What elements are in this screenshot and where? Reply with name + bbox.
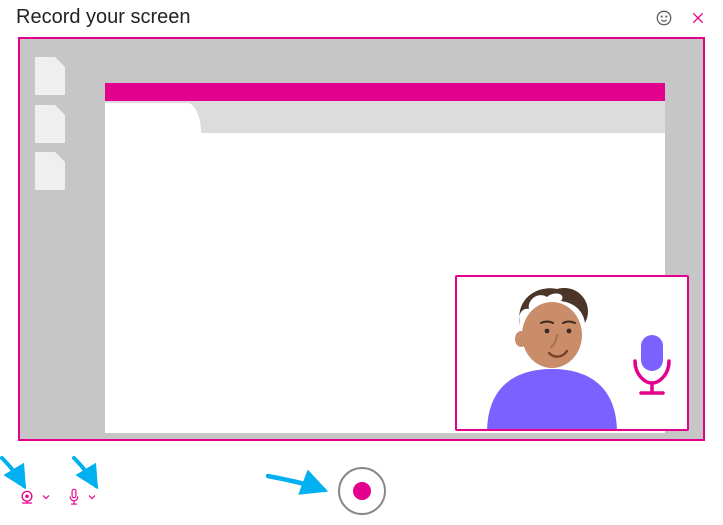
window-tab xyxy=(105,103,201,133)
mic-chevron-down-icon[interactable] xyxy=(86,487,98,507)
toolbar xyxy=(0,455,723,525)
smiley-icon[interactable] xyxy=(653,7,675,29)
file-icon xyxy=(35,57,65,95)
record-button[interactable] xyxy=(338,467,386,515)
file-icon xyxy=(35,152,65,190)
file-icon xyxy=(35,105,65,143)
window-titlebar xyxy=(105,83,665,101)
screen-preview xyxy=(18,37,705,441)
record-icon xyxy=(353,482,371,500)
close-icon[interactable] xyxy=(687,7,709,29)
desktop-illustration xyxy=(20,39,703,439)
device-controls xyxy=(18,487,98,507)
window-tabbar xyxy=(105,101,665,133)
camera-icon[interactable] xyxy=(18,487,36,507)
page-title: Record your screen xyxy=(16,6,191,29)
header: Record your screen xyxy=(0,0,723,35)
camera-preview xyxy=(455,275,689,431)
microphone-icon[interactable] xyxy=(66,487,82,507)
header-actions xyxy=(653,7,709,29)
camera-chevron-down-icon[interactable] xyxy=(40,487,52,507)
